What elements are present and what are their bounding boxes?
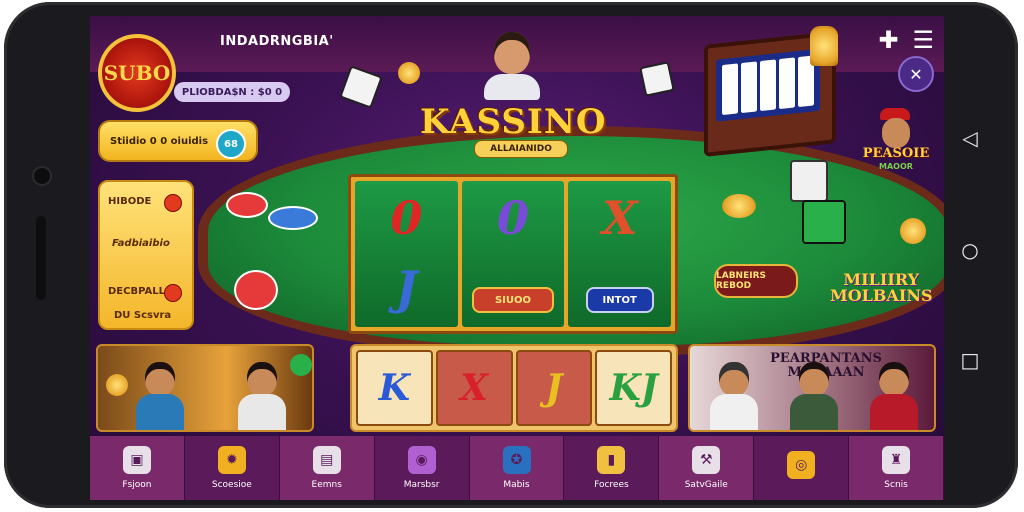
- coin-icon: [106, 374, 128, 396]
- nav-item-satvgaile[interactable]: ⚒ SatvGaile: [659, 436, 755, 500]
- nav-item-focrees[interactable]: ▮ Focrees: [564, 436, 660, 500]
- game-subtitle: ALLAIANIDO: [474, 140, 568, 158]
- promo-banner-left[interactable]: [96, 344, 314, 432]
- card-icon: ▤: [312, 446, 341, 474]
- home-icon[interactable]: ○: [958, 238, 982, 262]
- plus-icon[interactable]: ✚: [878, 26, 898, 54]
- bucket-icon: ▮: [597, 446, 626, 474]
- top-icons: ✚ ☰: [878, 26, 934, 54]
- bonus-card[interactable]: HIBODE Fadbiaibio DECBPALL DU Scsvra: [98, 180, 194, 330]
- coin-icon: [398, 62, 420, 84]
- nav-item-label: Scnis: [884, 480, 908, 490]
- player-avatar: [790, 362, 838, 430]
- info-pill-label: Stiidio 0 0 oiuidis: [110, 135, 209, 147]
- speaker-grille: [36, 216, 46, 300]
- symbol-tile: K: [356, 350, 433, 426]
- game-screen: SUBO INDADRNGBIA' ✚ ☰ ✕ KASSINO ALLAIANI…: [90, 16, 944, 500]
- trophy-icon: [810, 26, 838, 66]
- player-avatar: [136, 362, 184, 430]
- close-icon[interactable]: ✕: [898, 56, 934, 92]
- chip-box-icon: [802, 200, 846, 244]
- nav-item-label: Mabis: [503, 480, 530, 490]
- nav-item-label: Marsbsr: [403, 480, 440, 490]
- brand-name: INDADRNGBIA': [220, 34, 334, 49]
- promo-banner-right[interactable]: PEARPANTANS MOLAAAN: [688, 344, 936, 432]
- dice-icon: [639, 61, 675, 97]
- nav-item-label: SatvGaile: [684, 480, 728, 490]
- promo-sign[interactable]: LABNEIRS REBOD: [714, 264, 798, 298]
- bonus-card-title: HIBODE: [108, 196, 152, 207]
- nav-item-eemns[interactable]: ▤ Eemns: [279, 436, 375, 500]
- bonus-card-footer: DU Scsvra: [114, 310, 172, 321]
- promo-text[interactable]: MILIIRY MOLBAINS: [830, 272, 933, 304]
- promo-banner-middle[interactable]: K X J KJ: [350, 344, 678, 432]
- badge-icon: ✪: [502, 446, 531, 474]
- reel-2: 0 SIUOO: [461, 181, 565, 327]
- globe-icon: ◉: [407, 446, 436, 474]
- promo-line-2: MOLBAINS: [830, 286, 933, 305]
- slot-reels[interactable]: 0 J 0 SIUOO X INTOT: [348, 174, 678, 334]
- symbol-tile: J: [515, 350, 593, 426]
- chip-stack-icon: [234, 270, 278, 310]
- nav-item-coin[interactable]: ◎: [754, 436, 850, 500]
- front-camera: [34, 168, 50, 184]
- stat-pill[interactable]: PLIOBDA$N : $0 0: [174, 82, 290, 102]
- chip-icon: [290, 354, 312, 376]
- symbol-tile: KJ: [595, 350, 672, 426]
- reel-1: 0 J: [355, 181, 458, 327]
- player-avatar: [238, 362, 286, 430]
- reel-1-bottom-symbol: J: [395, 261, 418, 315]
- dealer-sub: MAOOR: [879, 162, 913, 171]
- nav-item-marsbsr[interactable]: ◉ Marsbsr: [375, 436, 470, 500]
- bottom-nav: ▣ Fsjoon ✹ Scoesioe ▤ Eemns ◉ Marsbsr ✪ Mabis ▮ Foc…: [90, 436, 944, 500]
- host-avatar: [480, 30, 544, 100]
- bag-icon: ▣: [122, 446, 151, 474]
- bonus-card-mid: Fadbiaibio: [112, 238, 170, 249]
- info-badge: 68: [216, 129, 246, 159]
- chip-stack-icon: [226, 192, 268, 218]
- hamburger-icon[interactable]: ☰: [912, 26, 934, 54]
- badge-icon: [164, 284, 182, 302]
- game-logo[interactable]: SUBO: [98, 34, 176, 112]
- badge-icon: [164, 194, 182, 212]
- coin-stack-icon: [722, 194, 756, 218]
- reel-3-top-symbol: X: [601, 191, 638, 245]
- nav-item-scnis[interactable]: ♜ Scnis: [849, 436, 944, 500]
- reel-1-top-symbol: 0: [390, 191, 423, 245]
- reel-2-top-symbol: 0: [497, 191, 530, 245]
- nav-item-mabis[interactable]: ✪ Mabis: [469, 436, 565, 500]
- player-avatar: [870, 362, 918, 430]
- dealer-avatar[interactable]: PEASOIE MAOOR: [860, 108, 932, 188]
- nav-item-scoesioe[interactable]: ✹ Scoesioe: [185, 436, 280, 500]
- nav-item-label: Fsjoon: [122, 480, 152, 490]
- nav-item-fsjoon[interactable]: ▣ Fsjoon: [90, 436, 185, 500]
- chip-stack-icon: [268, 206, 318, 230]
- dealer-label: PEASOIE: [862, 146, 930, 161]
- nav-item-label: Focrees: [594, 480, 629, 490]
- reel-button-2[interactable]: INTOT: [585, 287, 654, 313]
- player-avatar: [710, 362, 758, 430]
- reel-3: X INTOT: [568, 181, 672, 327]
- reel-button-1[interactable]: SIUOO: [472, 287, 554, 313]
- back-icon[interactable]: □: [958, 348, 982, 372]
- symbol-tile: X: [435, 350, 513, 426]
- hammer-icon: ⚒: [692, 446, 721, 474]
- recents-icon[interactable]: ◁: [958, 126, 982, 150]
- gear-icon: ✹: [217, 446, 246, 474]
- coin-icon: ◎: [787, 451, 816, 479]
- card-deck-icon: [790, 160, 828, 202]
- game-title: KASSINO: [420, 102, 607, 142]
- bonus-card-low: DECBPALL: [108, 286, 165, 297]
- info-pill[interactable]: Stiidio 0 0 oiuidis 68: [98, 120, 258, 162]
- people-icon: ♜: [882, 446, 911, 474]
- phone-frame: ◁ ○ □ SUBO INDADRNGBIA' ✚ ☰ ✕ KASSINO AL…: [4, 2, 1018, 508]
- coin-icon: [900, 218, 926, 244]
- nav-item-label: Scoesioe: [211, 480, 252, 490]
- nav-item-label: Eemns: [311, 480, 342, 490]
